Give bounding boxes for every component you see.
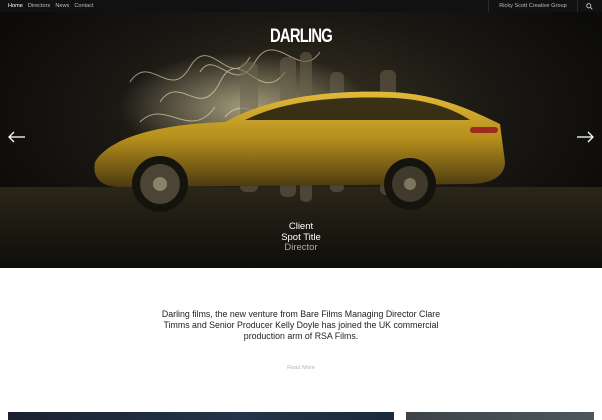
secondary-thumbnail[interactable]	[406, 412, 594, 420]
nav-item-news[interactable]: News	[55, 3, 69, 9]
hero-slider[interactable]: DARLING Client Spot Title Director	[0, 12, 602, 268]
search-icon	[585, 2, 593, 10]
previous-slide-button[interactable]	[8, 130, 26, 148]
top-nav-bar: Home Directors News Contact Ricky Scott …	[0, 0, 602, 12]
caption-director[interactable]: Director	[0, 242, 602, 254]
intro-text: Darling films, the new venture from Bare…	[161, 309, 441, 341]
featured-thumbnail[interactable]	[8, 412, 394, 420]
arrow-right-icon	[577, 131, 594, 143]
arrow-left-icon	[8, 131, 25, 143]
read-more-link[interactable]: Read More	[0, 365, 602, 371]
nav-item-directors[interactable]: Directors	[28, 3, 50, 9]
group-link[interactable]: Ricky Scott Creative Group	[488, 0, 578, 12]
nav-item-contact[interactable]: Contact	[74, 3, 93, 9]
caption-client: Client	[288, 221, 314, 232]
next-slide-button[interactable]	[576, 130, 594, 148]
brand-logo[interactable]: DARLING	[66, 26, 536, 48]
search-button[interactable]	[582, 0, 596, 12]
slide-caption: Client Spot Title Director	[0, 221, 602, 254]
main-nav: Home Directors News Contact	[8, 0, 94, 12]
nav-item-home[interactable]: Home	[8, 3, 23, 9]
